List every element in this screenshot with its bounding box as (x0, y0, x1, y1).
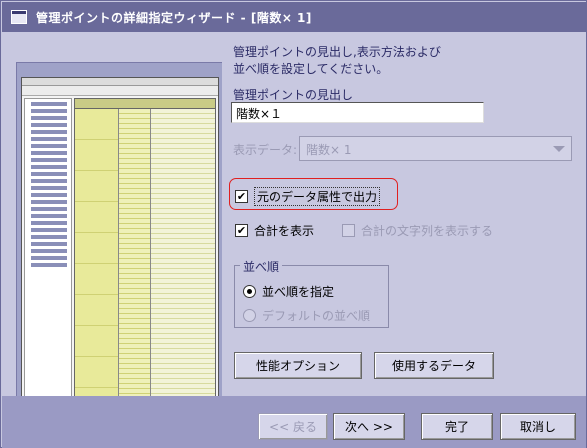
wizard-content: 管理ポイントの見出し,表示方法および 並べ順を設定してください。 管理ポイントの… (2, 32, 586, 408)
description: 管理ポイントの見出し,表示方法および 並べ順を設定してください。 (233, 45, 441, 76)
radio-empty-icon (243, 309, 256, 322)
checkbox-empty-icon (342, 224, 355, 237)
checkmark-icon: ✔ (235, 224, 248, 237)
preview-panel (16, 62, 222, 408)
performance-options-button[interactable]: 性能オプション (234, 352, 362, 379)
checkmark-icon: ✔ (235, 190, 248, 203)
footer-separator (2, 396, 586, 410)
preview-screenshot (21, 77, 219, 403)
show-total-text-checkbox: 合計の文字列を表示する (342, 222, 493, 239)
back-button: << 戻る (258, 413, 328, 440)
sort-group-title: 並べ順 (240, 258, 283, 275)
wizard-window: 管理ポイントの詳細指定ウィザード - [階数× 1] 管理ポイントの見出し,表示… (0, 0, 587, 448)
cancel-button[interactable]: 取消し (500, 413, 576, 440)
used-data-button[interactable]: 使用するデータ (374, 352, 494, 379)
heading-label: 管理ポイントの見出し (233, 88, 354, 102)
preview-grid (74, 98, 216, 398)
finish-button[interactable]: 完了 (421, 413, 493, 440)
title-bar[interactable]: 管理ポイントの詳細指定ウィザード - [階数× 1] (2, 2, 586, 32)
show-total-checkbox[interactable]: ✔ 合計を表示 (235, 222, 314, 239)
radio-selected-icon (243, 285, 256, 298)
chevron-down-icon (553, 146, 565, 152)
window-title: 管理ポイントの詳細指定ウィザード - [階数× 1] (36, 10, 312, 25)
display-data-select: 階数× 1 (299, 136, 572, 161)
preview-tree (24, 98, 72, 398)
sort-specify-radio[interactable]: 並べ順を指定 (243, 283, 334, 300)
heading-input[interactable]: 階数×１ (231, 102, 484, 123)
original-attr-checkbox[interactable]: ✔ 元のデータ属性で出力 (235, 187, 381, 206)
display-data-label: 表示データ: (233, 143, 298, 157)
sort-default-radio: デフォルトの並べ順 (243, 307, 370, 324)
next-button[interactable]: 次へ >> (333, 413, 405, 440)
window-icon (11, 10, 27, 24)
